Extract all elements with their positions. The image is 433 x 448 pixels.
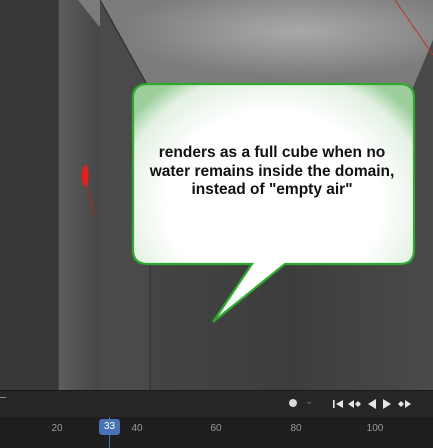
play-reverse-icon[interactable] xyxy=(366,395,378,413)
annotation-line: water remains inside the domain, xyxy=(149,162,395,180)
timeline-ruler[interactable]: 20 40 60 80 100 33 xyxy=(0,417,433,448)
play-icon[interactable] xyxy=(381,395,393,413)
left-shadow-region xyxy=(0,0,58,390)
domain-left-wall xyxy=(58,0,100,390)
record-dot-icon[interactable] xyxy=(289,399,297,407)
annotation-text: renders as a full cube when no water rem… xyxy=(134,144,410,200)
playback-bar: ⌄ xyxy=(0,390,433,417)
annotation-line: renders as a full cube when no xyxy=(158,144,386,161)
current-frame-badge[interactable]: 33 xyxy=(99,419,120,435)
timeline-tick: 80 xyxy=(290,423,302,434)
jump-to-start-icon[interactable] xyxy=(332,395,344,413)
timeline-tick: 40 xyxy=(131,423,143,434)
chevron-down-icon[interactable]: ⌄ xyxy=(305,396,313,407)
3d-viewport[interactable]: renders as a full cube when no water rem… xyxy=(0,0,433,390)
divider xyxy=(0,397,6,398)
timeline-tick: 60 xyxy=(210,423,222,434)
jump-to-keyframe-forward-icon[interactable] xyxy=(396,395,412,413)
timeline-tick: 100 xyxy=(366,423,384,434)
annotation-line: instead of "empty air" xyxy=(191,181,353,198)
timeline-tick: 20 xyxy=(51,423,63,434)
transport-controls xyxy=(332,395,412,413)
jump-to-keyframe-back-icon[interactable] xyxy=(347,395,363,413)
